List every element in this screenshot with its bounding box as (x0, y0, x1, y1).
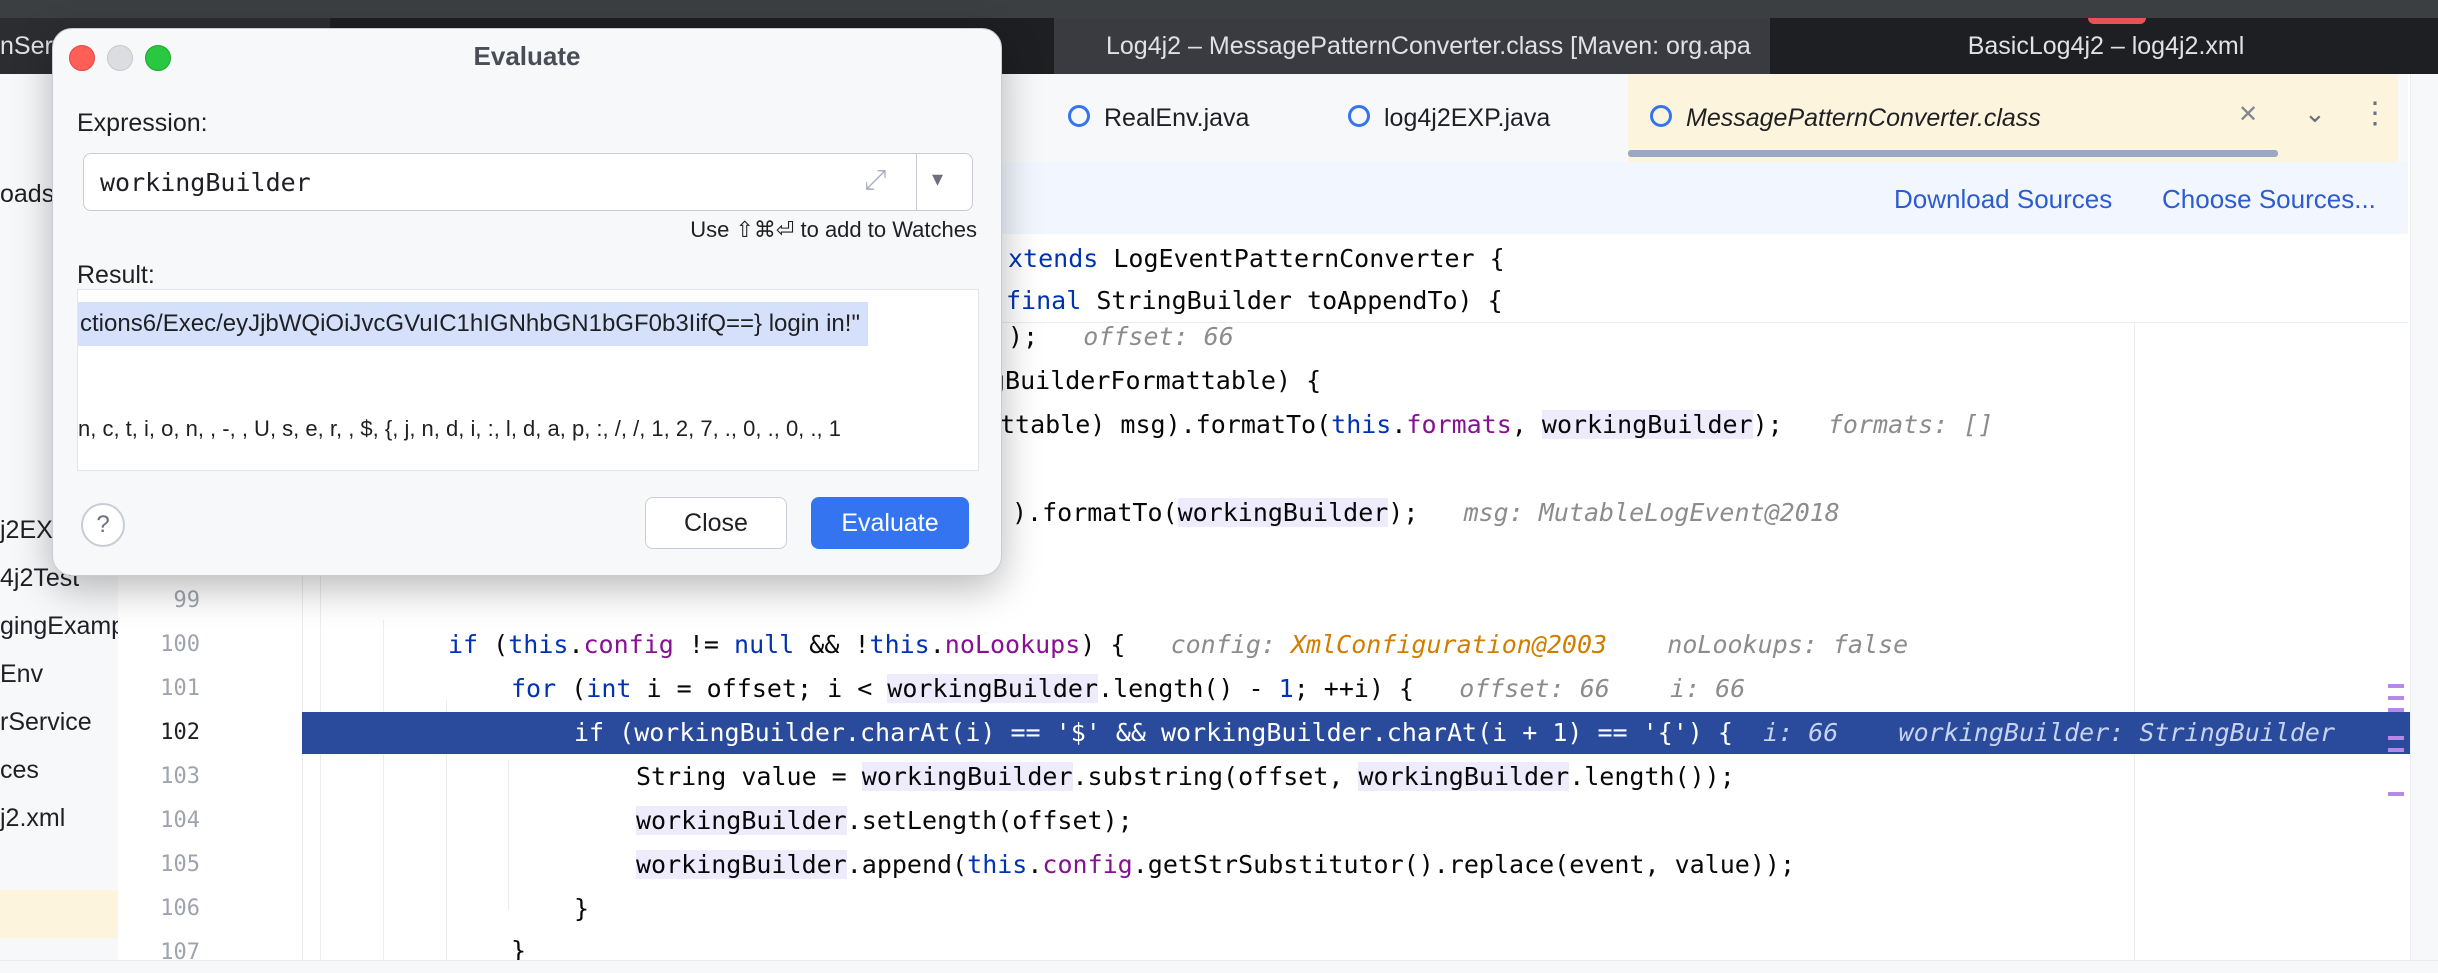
expression-input[interactable] (100, 154, 860, 210)
expression-label: Expression: (77, 109, 208, 137)
status-bar (0, 960, 2438, 973)
result-tree[interactable]: ctions6/Exec/eyJjbWQiOiJvcGVuIC1hIGNhbGN… (77, 289, 979, 471)
inline-debug-value: offset: 66 (1083, 322, 1234, 351)
code-line: ).formatTo(workingBuilder); msg: Mutable… (1012, 498, 1840, 527)
chevron-down-icon[interactable]: ⌄ (2304, 98, 2326, 129)
result-value[interactable]: n, c, t, i, o, n, , -, , U, s, e, r, , $… (78, 416, 841, 442)
tree-item[interactable]: ces (0, 756, 39, 785)
stripe-mark[interactable] (2388, 792, 2404, 796)
inline-debug-value: i: 66 (1763, 718, 1839, 747)
stripe-mark[interactable] (2388, 736, 2404, 740)
code-line: if (workingBuilder.charAt(i) == '$' && w… (574, 718, 2336, 747)
line-number[interactable]: 105 (152, 852, 200, 877)
window-tab-label: Log4j2 – MessagePatternConverter.class [… (1106, 32, 1751, 60)
error-stripe[interactable] (2388, 684, 2404, 796)
inline-debug-value: config: (1170, 630, 1276, 659)
code-line: for (int i = offset; i < workingBuilder.… (511, 674, 1746, 703)
line-number[interactable]: 101 (152, 676, 200, 701)
indent-guide (508, 760, 509, 910)
line-number[interactable]: 99 (152, 588, 201, 613)
stripe-mark[interactable] (2388, 748, 2404, 752)
execution-point-line: if (workingBuilder.charAt(i) == '$' && w… (302, 712, 2410, 754)
stripe-mark[interactable] (2388, 696, 2404, 700)
inline-debug-value: i: 66 (1670, 674, 1746, 703)
inline-debug-value: XmlConfiguration@2003 (1291, 630, 1608, 659)
tree-item-selected[interactable] (0, 890, 118, 938)
active-tab-indicator (1628, 150, 2278, 157)
class-file-icon (1650, 105, 1672, 128)
window-tab-label: BasicLog4j2 – log4j2.xml (1967, 32, 2245, 60)
tree-item[interactable]: gingExamp (0, 612, 118, 641)
watch-hint: Use ⇧⌘⏎ to add to Watches (690, 217, 977, 242)
close-icon[interactable]: ✕ (2238, 100, 2258, 129)
line-number[interactable]: 100 (152, 632, 200, 657)
tree-item[interactable]: rService (0, 708, 92, 737)
inline-debug-value: formats: [] (1827, 410, 1994, 439)
stripe-mark[interactable] (2388, 708, 2404, 712)
tree-item[interactable]: j2.xml (0, 804, 65, 833)
line-number[interactable]: 103 (152, 764, 200, 789)
choose-sources-link[interactable]: Choose Sources... (2162, 184, 2376, 215)
more-vertical-icon[interactable]: ⋮ (2360, 96, 2390, 131)
indent-guide (383, 620, 384, 962)
java-class-icon (1348, 105, 1370, 128)
title-bar (0, 0, 2438, 18)
sticky-line: final StringBuilder toAppendTo) { (1006, 286, 1503, 315)
code-line: workingBuilder.setLength(offset); (636, 806, 1133, 835)
chevron-down-icon[interactable]: ▾ (932, 166, 943, 192)
tree-item[interactable]: Env (0, 660, 43, 689)
code-line: workingBuilder.append(this.config.getStr… (636, 850, 1795, 879)
inline-debug-value: workingBuilder: StringBuilder (1898, 718, 2336, 747)
expression-box[interactable]: ⤢ ▾ (83, 153, 973, 211)
close-button[interactable]: Close (645, 497, 787, 549)
result-label: Result: (77, 261, 155, 289)
tab-realenv[interactable]: RealEnv.java (1068, 74, 1249, 162)
code-line: String value = workingBuilder.substring(… (636, 762, 1735, 791)
divider (916, 154, 917, 210)
right-margin-guide (2134, 322, 2135, 962)
line-number[interactable]: 104 (152, 808, 200, 833)
inline-debug-value: offset: 66 (1459, 674, 1610, 703)
java-class-icon (1068, 105, 1090, 128)
line-number[interactable]: 106 (152, 896, 200, 921)
expand-icon[interactable]: ⤢ (864, 164, 886, 197)
code-line: ); offset: 66 (1008, 322, 1234, 351)
tab-messagepatternconverter[interactable]: MessagePatternConverter.class (1628, 74, 2398, 162)
code-line: ttable) msg).formatTo(this.formats, work… (1000, 410, 1994, 439)
dialog-title: Evaluate (473, 41, 581, 71)
evaluate-button[interactable]: Evaluate (811, 497, 969, 549)
notification-indicator (2088, 18, 2146, 24)
code-line: if (this.config != null && !this.noLooku… (448, 630, 1909, 659)
window-tab-log4j2[interactable]: Log4j2 – MessagePatternConverter.class [… (1054, 18, 1770, 74)
tree-item[interactable]: oads (0, 180, 54, 209)
tree-item[interactable]: j2EX (0, 516, 53, 545)
code-line: } (574, 894, 590, 923)
stripe-mark[interactable] (2388, 720, 2404, 728)
inline-debug-value: msg: MutableLogEvent@2018 (1463, 498, 1840, 527)
evaluate-dialog: Evaluate Expression: ⤢ ▾ Use ⇧⌘⏎ to add … (52, 28, 1002, 576)
sticky-line: xtends LogEventPatternConverter { (1008, 244, 1505, 273)
window-tab-basiclog4j2[interactable]: BasicLog4j2 – log4j2.xml (1774, 18, 2438, 74)
help-button[interactable]: ? (81, 503, 125, 547)
result-value[interactable]: ctions6/Exec/eyJjbWQiOiJvcGVuIC1hIGNhbGN… (78, 302, 868, 346)
tab-log4j2exp[interactable]: log4j2EXP.java (1348, 74, 1550, 162)
line-number[interactable]: 102 (152, 720, 200, 745)
code-line: gBuilderFormattable) { (990, 366, 1322, 395)
download-sources-link[interactable]: Download Sources (1894, 184, 2112, 215)
stripe-mark[interactable] (2388, 684, 2404, 688)
right-tool-strip (2410, 74, 2438, 972)
inline-debug-value: noLookups: false (1667, 630, 1909, 659)
